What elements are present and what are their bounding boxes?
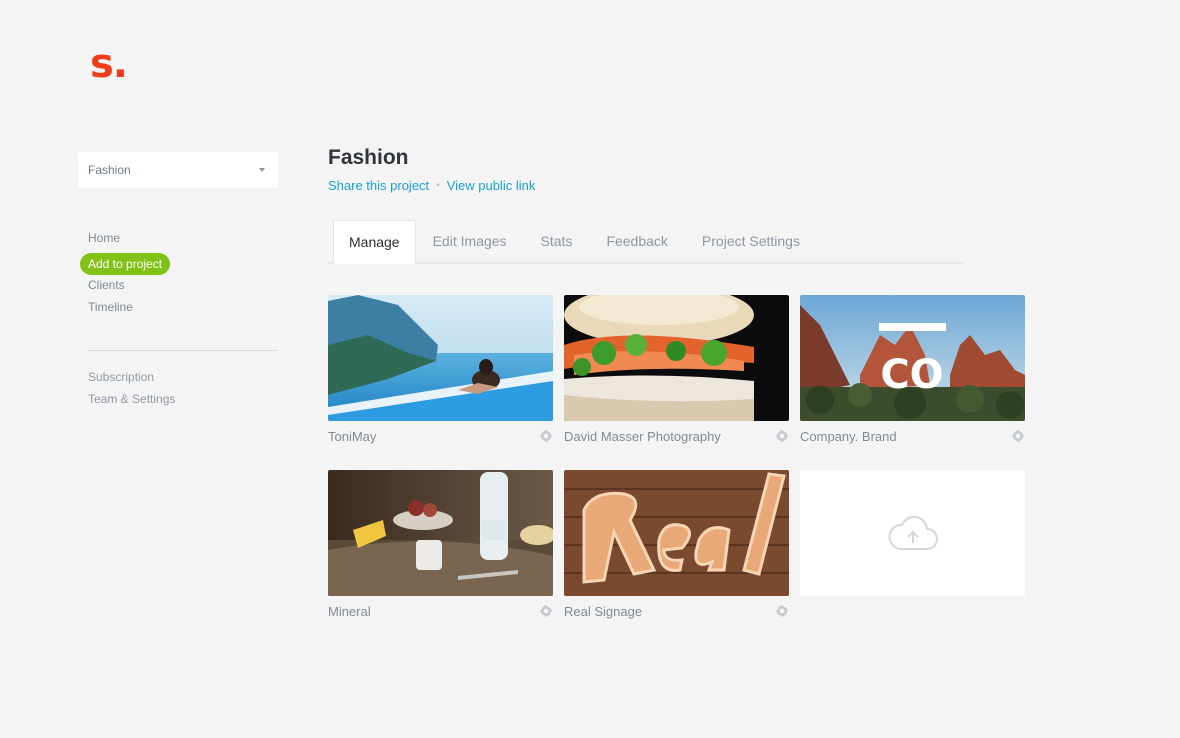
project-caption: David Masser Photography [564, 421, 789, 451]
project-thumbnail[interactable] [328, 295, 553, 421]
app-page: s. Fashion Home Add to project Clients T… [0, 0, 1180, 738]
project-card-company-brand: CO Company. Brand [800, 295, 1025, 451]
project-name: Company. Brand [800, 428, 897, 444]
gear-icon[interactable] [775, 429, 789, 443]
project-tabs: Manage Edit Images Stats Feedback Projec… [328, 220, 964, 264]
chevron-down-icon [259, 168, 265, 172]
sidebar-primary-nav: Home Add to project Clients Timeline [80, 229, 278, 320]
project-name: Mineral [328, 603, 371, 619]
tab-project-settings[interactable]: Project Settings [685, 220, 817, 262]
gear-icon[interactable] [539, 429, 553, 443]
tab-stats[interactable]: Stats [524, 220, 590, 262]
project-caption: Mineral [328, 596, 553, 626]
page-title: Fashion [328, 146, 409, 169]
view-public-link[interactable]: View public link [447, 178, 536, 193]
separator-dot: • [436, 180, 440, 191]
project-caption: Company. Brand [800, 421, 1025, 451]
project-name: David Masser Photography [564, 428, 721, 444]
tab-edit-images[interactable]: Edit Images [416, 220, 524, 262]
project-caption: ToniMay [328, 421, 553, 451]
gear-icon[interactable] [539, 604, 553, 618]
sidebar-item-clients[interactable]: Clients [80, 276, 278, 298]
share-project-link[interactable]: Share this project [328, 178, 429, 193]
project-card-real-signage: Real Signage [564, 470, 789, 626]
co-overlay-text: CO [880, 352, 943, 398]
project-thumbnail[interactable] [564, 470, 789, 596]
logo[interactable]: s. [90, 44, 128, 84]
sidebar-item-subscription[interactable]: Subscription [80, 368, 278, 390]
sidebar-divider [88, 350, 278, 351]
tab-manage[interactable]: Manage [333, 220, 416, 264]
project-thumbnail[interactable] [564, 295, 789, 421]
project-selector[interactable]: Fashion [78, 152, 278, 188]
sidebar-item-add-to-project[interactable]: Add to project [80, 253, 171, 275]
upload-tile[interactable] [800, 470, 1025, 596]
sidebar-item-team-settings[interactable]: Team & Settings [80, 390, 278, 412]
project-name: Real Signage [564, 603, 643, 619]
sidebar-item-timeline[interactable]: Timeline [80, 298, 278, 320]
project-card-david-masser: David Masser Photography [564, 295, 789, 451]
cloud-upload-icon [888, 515, 938, 550]
project-card-mineral: Mineral [328, 470, 553, 626]
gear-icon[interactable] [1011, 429, 1025, 443]
gear-icon[interactable] [775, 604, 789, 618]
project-thumbnail[interactable] [328, 470, 553, 596]
project-name: ToniMay [328, 428, 377, 444]
sidebar-secondary-nav: Subscription Team & Settings [80, 368, 278, 412]
tab-feedback[interactable]: Feedback [589, 220, 684, 262]
project-thumbnail[interactable]: CO [800, 295, 1025, 421]
sidebar-item-home[interactable]: Home [80, 229, 278, 251]
project-selector-value: Fashion [88, 163, 131, 177]
project-caption: Real Signage [564, 596, 789, 626]
project-links: Share this project • View public link [328, 178, 535, 193]
project-card-tonimay: ToniMay [328, 295, 553, 451]
